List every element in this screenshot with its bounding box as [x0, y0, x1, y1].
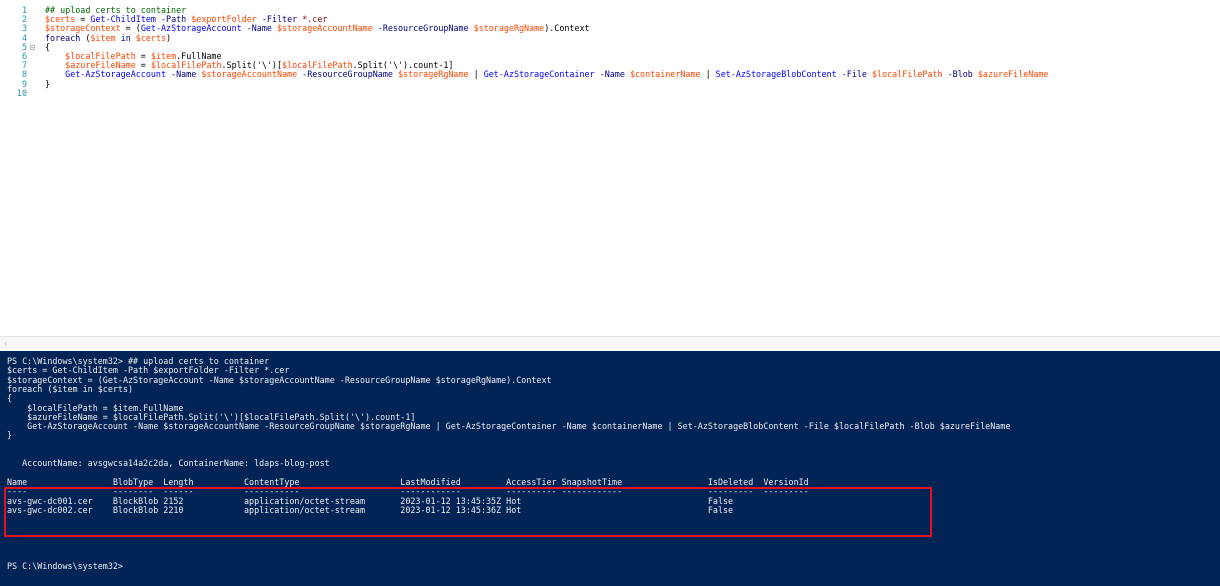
- code-token: $storageAccountName: [201, 69, 298, 80]
- code-token: |: [700, 69, 716, 80]
- code-token: $azureFileName: [977, 69, 1049, 80]
- code-token: -Name: [166, 69, 202, 80]
- console-line: foreach ($item in $certs): [7, 383, 134, 394]
- code-token: -File: [836, 69, 872, 80]
- code-token: $storageRgName: [397, 69, 469, 80]
- editor-horizontal-scrollbar[interactable]: ‹: [0, 336, 1220, 351]
- code-token: (: [80, 32, 91, 43]
- code-token: $storageAccountName: [276, 23, 373, 34]
- code-token: $certs: [135, 32, 167, 43]
- console-line: Get-AzStorageAccount -Name $storageAccou…: [7, 421, 1011, 432]
- code-token: -ResourceGroupName: [372, 23, 474, 34]
- collapse-block-icon[interactable]: ⊟: [30, 43, 35, 52]
- code-token: }: [45, 78, 51, 89]
- code-token: |: [468, 69, 484, 80]
- script-editor[interactable]: 1 ## upload certs to container 2 $certs = G…: [0, 0, 1220, 335]
- console-line: $certs = Get-ChildItem -Path $exportFold…: [7, 365, 290, 376]
- console-line: }: [7, 430, 13, 441]
- code-token: -Blob: [942, 69, 978, 80]
- scroll-left-arrow-icon[interactable]: ‹: [3, 339, 8, 349]
- code-token: -Name: [241, 23, 277, 34]
- code-token: Set-AzStorageBlobContent: [715, 69, 837, 80]
- code-token: ): [166, 32, 172, 43]
- code-token: $localFilePath: [871, 69, 943, 80]
- code-token: ).Context: [544, 23, 590, 34]
- console-line: ---- -------- ------ ----------- -------…: [7, 486, 809, 497]
- code-token: $item: [90, 32, 116, 43]
- console-line: PS C:\Windows\system32>: [7, 560, 123, 571]
- code-text: foreach ($item in $certs): [45, 32, 172, 43]
- code-token: $storageRgName: [473, 23, 545, 34]
- console-line: {: [7, 393, 13, 404]
- code-token: in: [115, 32, 136, 43]
- code-token: Get-AzStorageAccount: [65, 69, 167, 80]
- console-line: AccountName: avsgwcsa14a2c2da, Container…: [7, 458, 330, 469]
- code-token: -ResourceGroupName: [297, 69, 398, 80]
- code-token: foreach: [45, 32, 81, 43]
- code-token: -Name: [594, 69, 630, 80]
- code-text: }: [45, 78, 51, 89]
- console-line: avs-gwc-dc002.cer BlockBlob 2210 applica…: [7, 504, 734, 515]
- line-number: 10: [16, 87, 27, 98]
- code-token: $containerName: [629, 69, 701, 80]
- console-pane[interactable]: PS C:\Windows\system32> ## upload certs …: [0, 351, 1220, 586]
- code-text: Get-AzStorageAccount -Name $storageAccou…: [45, 70, 1048, 79]
- code-token: Get-AzStorageContainer: [483, 69, 595, 80]
